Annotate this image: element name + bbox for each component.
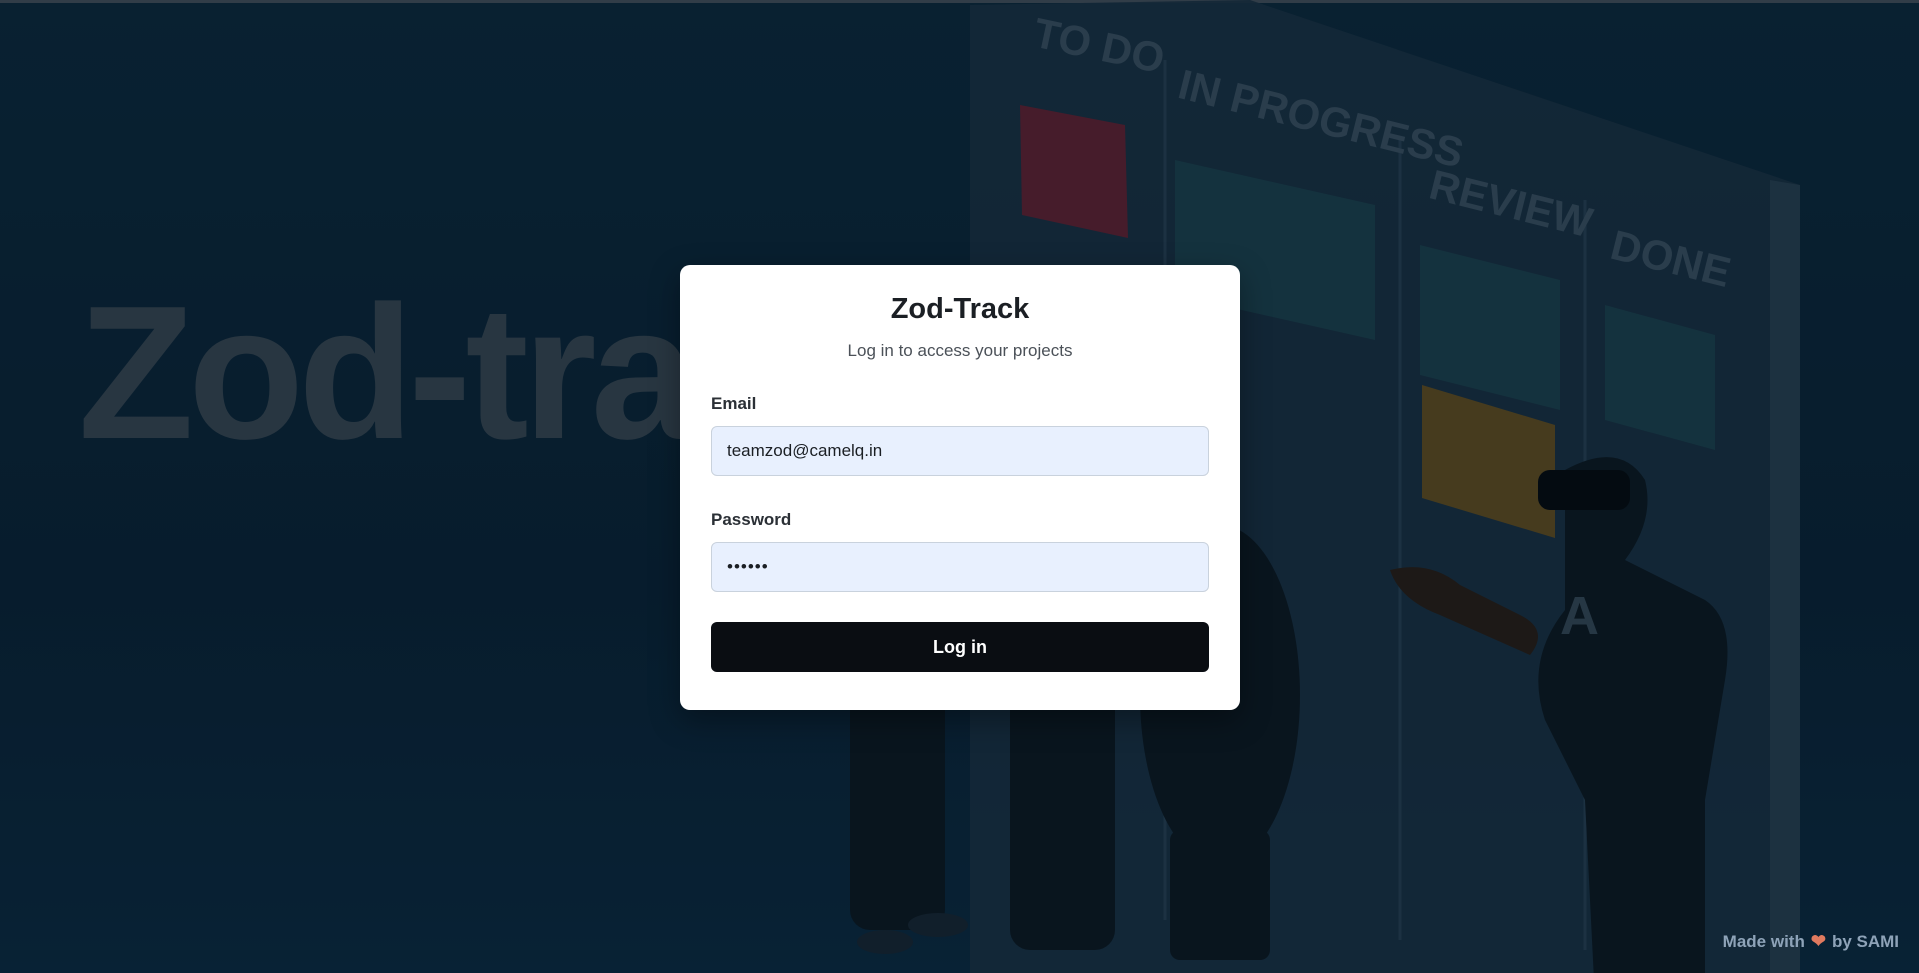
footer-credit: Made with ❤ by SAMI (1723, 931, 1899, 952)
footer-suffix: by SAMI (1831, 931, 1899, 951)
login-subtitle: Log in to access your projects (847, 341, 1073, 360)
email-label: Email (711, 394, 757, 413)
login-button[interactable]: Log in (711, 622, 1209, 672)
footer-prefix: Made with (1722, 931, 1805, 951)
login-card: Zod-Track Log in to access your projects… (680, 265, 1240, 710)
heart-icon: ❤ (1810, 931, 1826, 951)
password-input[interactable] (711, 542, 1209, 592)
login-title: Zod-Track (890, 293, 1030, 325)
email-input[interactable] (711, 426, 1209, 476)
password-label: Password (711, 510, 792, 529)
